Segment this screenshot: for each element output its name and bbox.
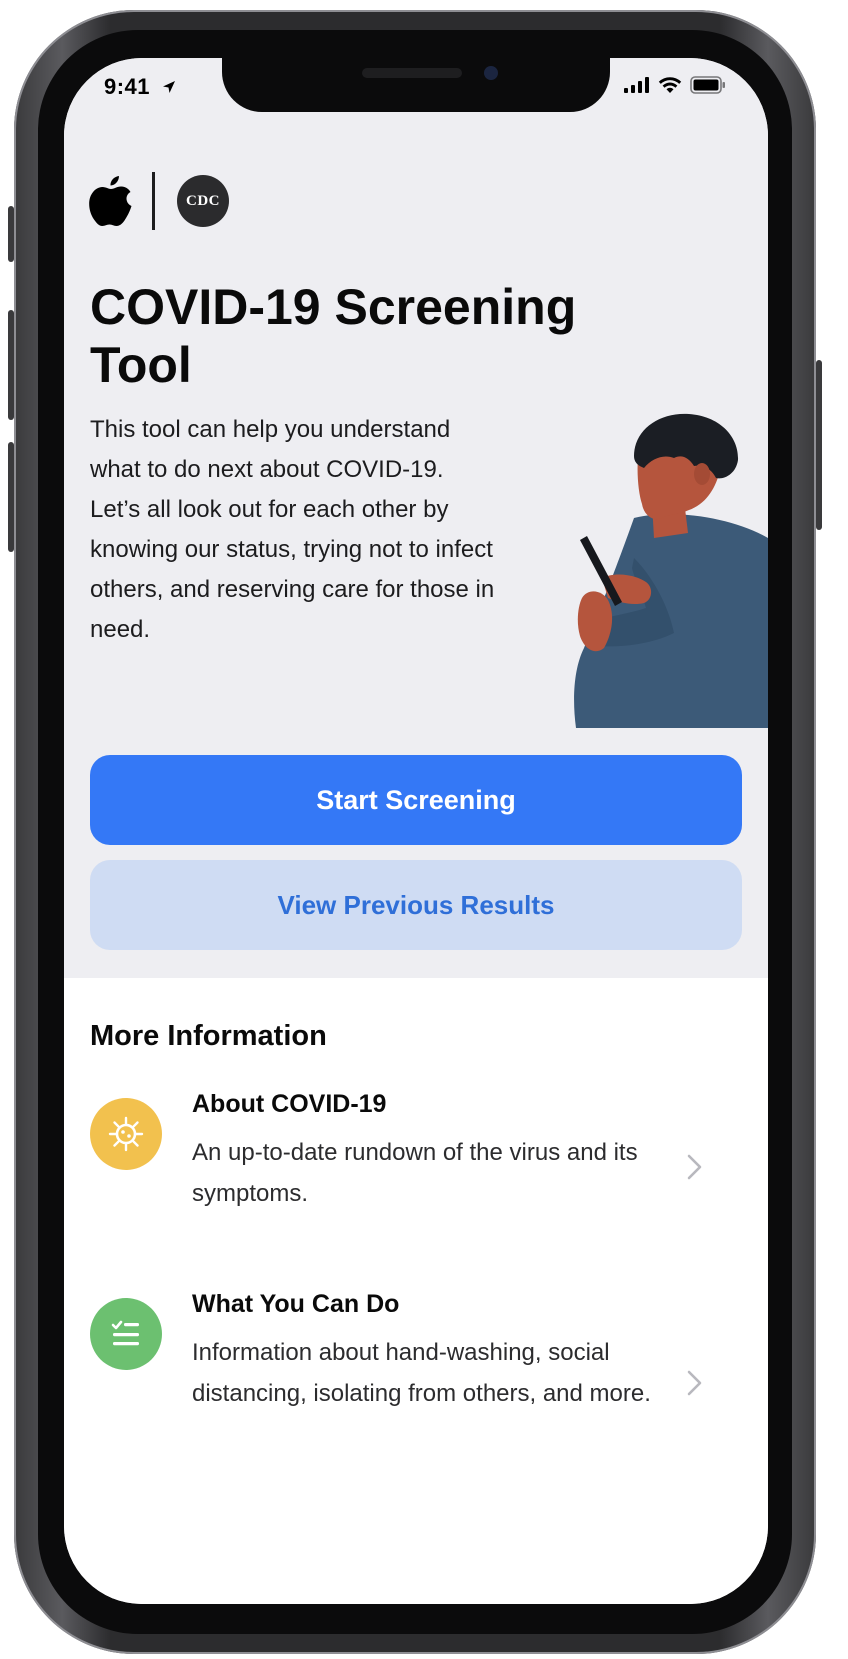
status-time: 9:41 (104, 74, 177, 100)
list-item-what-you-can-do[interactable]: What You Can Do Information about hand-w… (64, 1290, 768, 1470)
view-previous-results-button[interactable]: View Previous Results (90, 860, 742, 950)
logo-divider (152, 172, 155, 230)
chevron-right-icon (687, 1370, 702, 1396)
cdc-logo: CDC (177, 175, 229, 227)
list-item-title: What You Can Do (192, 1290, 400, 1318)
person-with-phone-illustration (574, 413, 768, 728)
notch-speaker (362, 68, 462, 78)
list-item-description: An up-to-date rundown of the virus and i… (192, 1139, 638, 1207)
phone-notch (222, 58, 610, 112)
section-title: More Information (90, 1020, 327, 1052)
virus-icon (90, 1098, 162, 1170)
volume-up-button (8, 310, 14, 420)
chevron-right-icon (687, 1154, 702, 1180)
volume-down-button (8, 442, 14, 552)
hero-section: 9:41 CDC COVID-19 Screening Tool This to… (64, 58, 768, 978)
wifi-icon (658, 77, 682, 93)
notch-camera (484, 66, 498, 80)
list-item-about-covid[interactable]: About COVID-19 An up-to-date rundown of … (64, 1090, 768, 1240)
list-item-description: Information about hand-washing, social d… (192, 1339, 651, 1407)
location-arrow-icon (162, 81, 175, 93)
power-button (816, 360, 822, 530)
page-canvas: 9:41 CDC COVID-19 Screening Tool This to… (0, 0, 848, 1659)
checklist-glyph (111, 1320, 139, 1346)
partner-logos: CDC (88, 172, 229, 230)
intro-description: This tool can help you understand what t… (90, 416, 495, 643)
status-icons (624, 76, 726, 94)
apple-logo-icon (89, 176, 132, 226)
more-information-section: More Information About COVID-19 An up-to… (64, 978, 768, 1604)
virus-glyph (108, 1116, 144, 1152)
cdc-logo-text: CDC (186, 192, 220, 209)
battery-icon (690, 76, 725, 94)
page-title: COVID-19 Screening Tool (90, 279, 577, 393)
app-screen: 9:41 CDC COVID-19 Screening Tool This to… (64, 58, 768, 1604)
checklist-icon (90, 1298, 162, 1370)
list-item-title: About COVID-19 (192, 1090, 387, 1118)
cellular-signal-icon (624, 77, 649, 93)
mute-switch (8, 206, 14, 262)
start-screening-button[interactable]: Start Screening (90, 755, 742, 845)
